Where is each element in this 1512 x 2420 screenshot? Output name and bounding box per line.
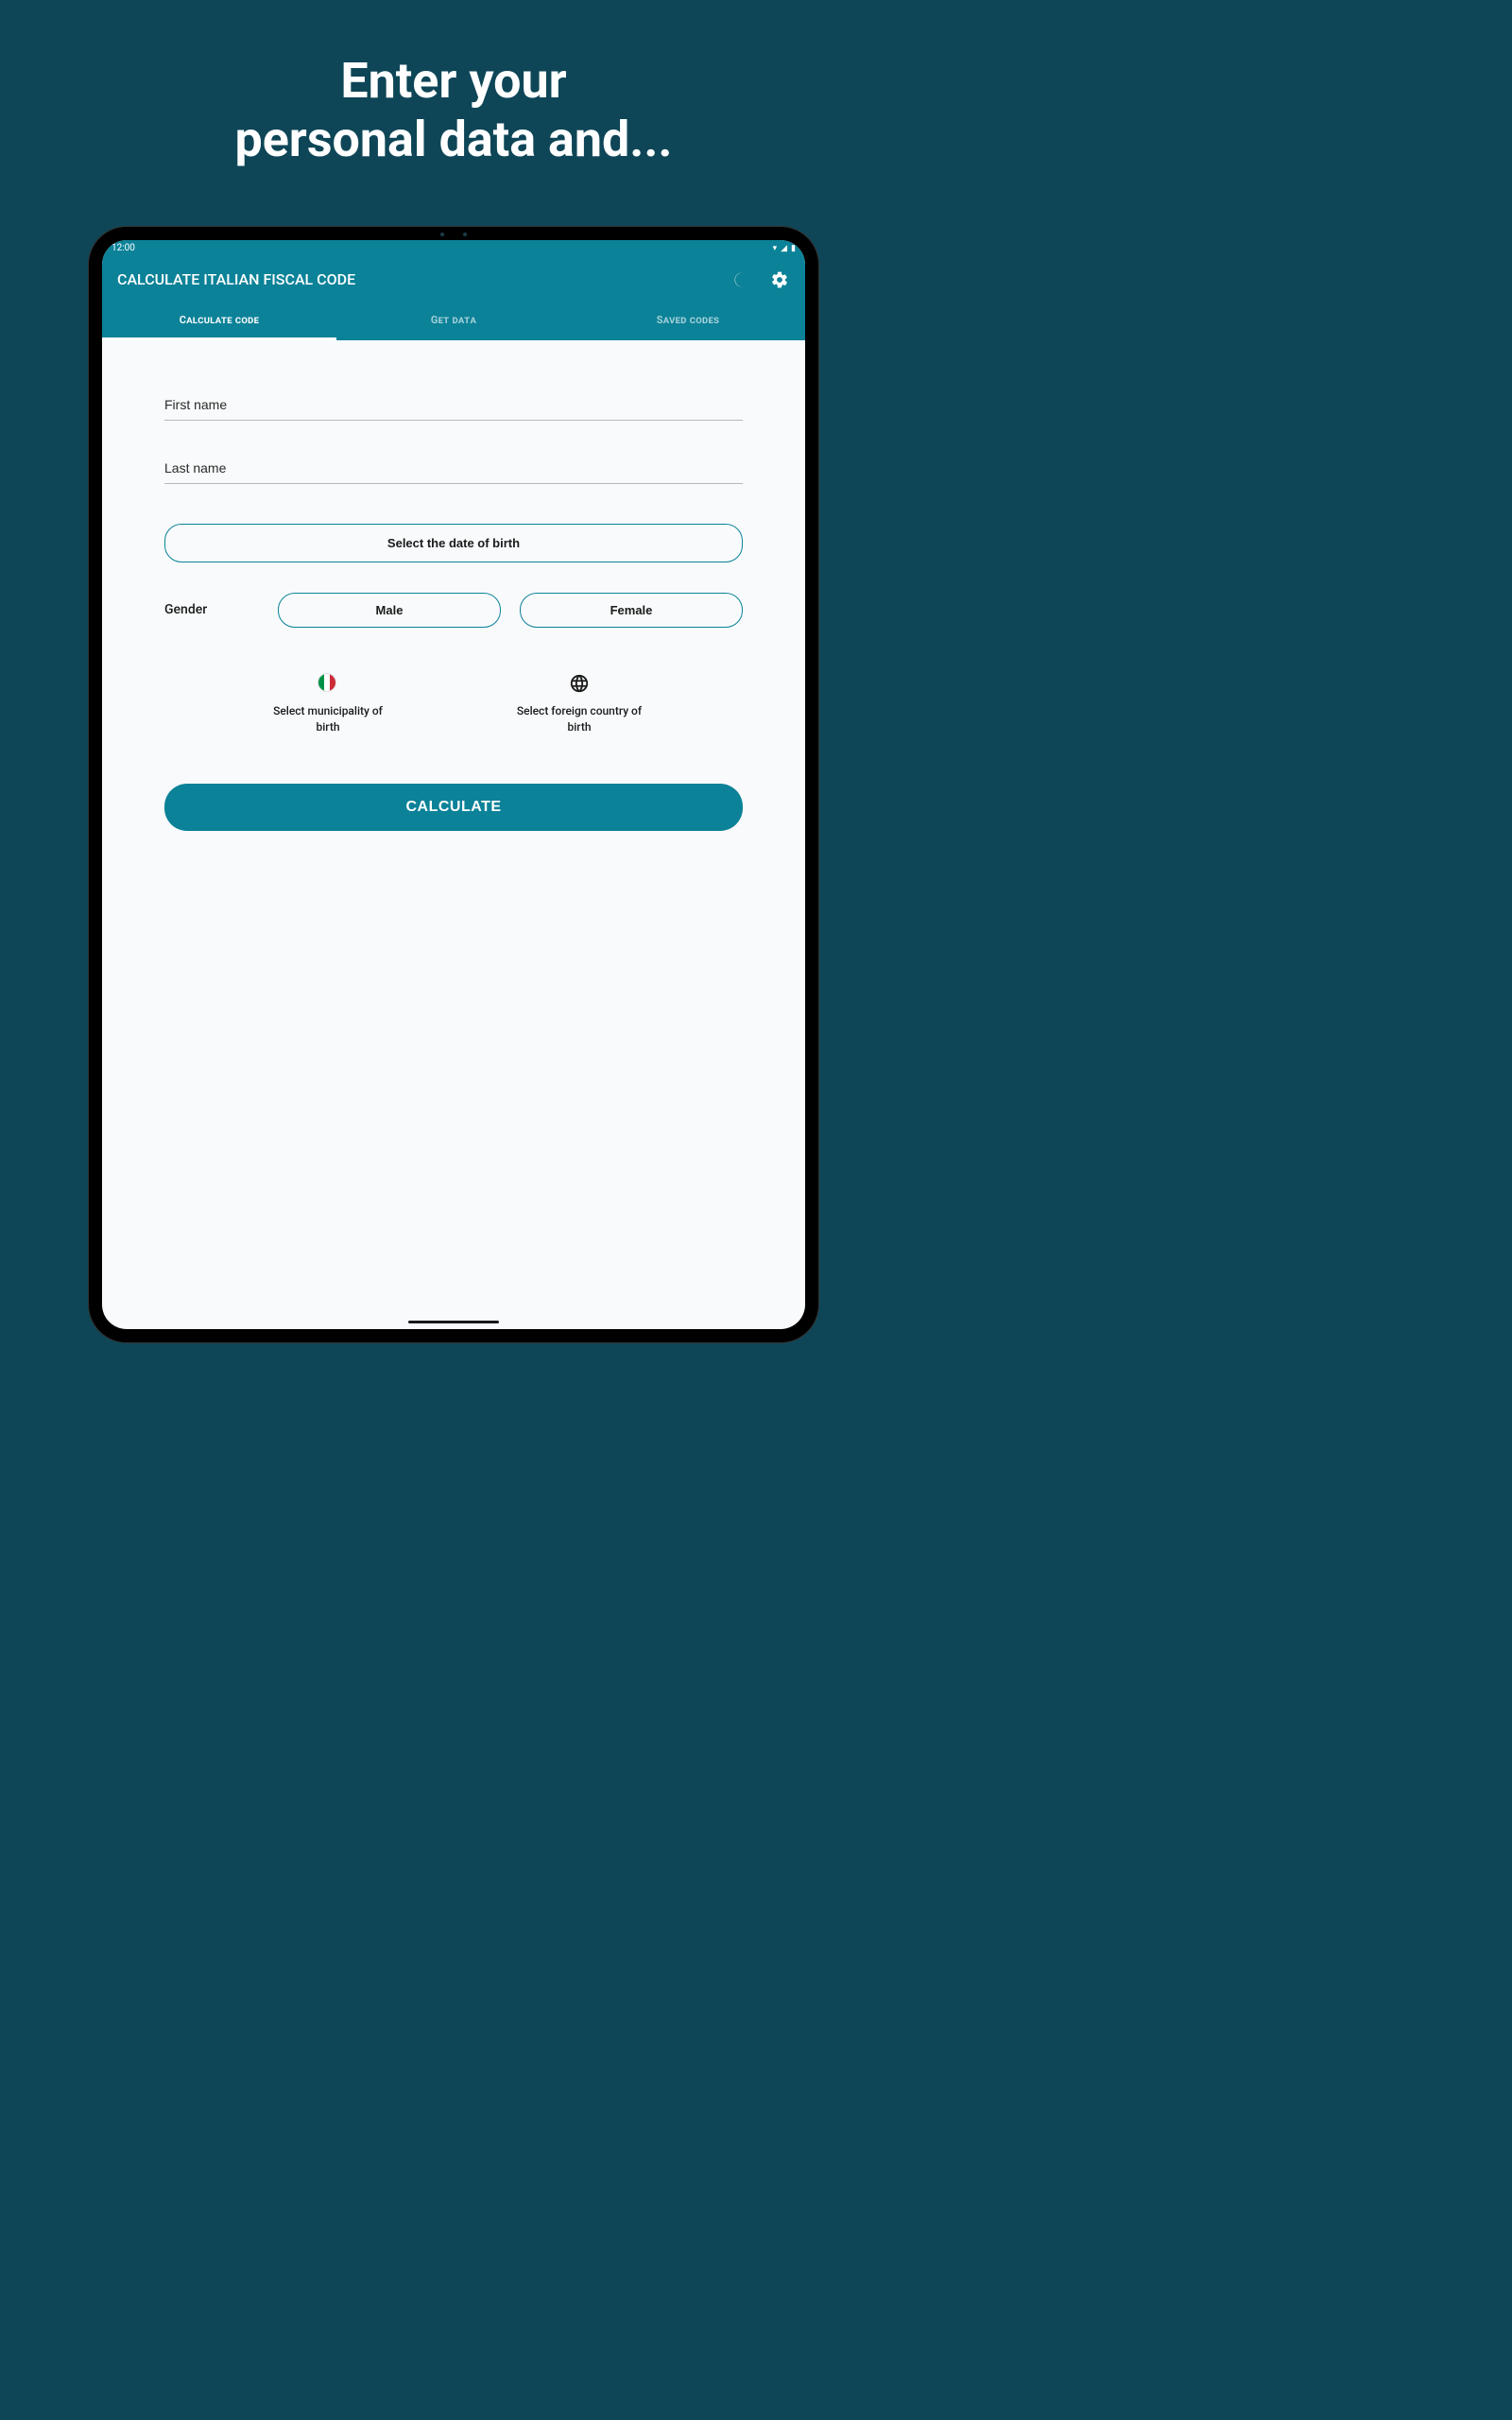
camera-cutout xyxy=(416,232,491,237)
globe-icon xyxy=(569,673,590,694)
last-name-input[interactable] xyxy=(164,451,743,484)
tablet-frame: 12:00 ▾ ◢ ▮ CALCULATE ITALIAN FISCAL COD… xyxy=(89,227,818,1342)
gender-row: Gender Male Female xyxy=(164,593,743,628)
municipality-option[interactable]: Select municipality of birth xyxy=(262,673,394,735)
tab-calculate-code[interactable]: Calculate code xyxy=(102,302,336,340)
tabs: Calculate code Get data Saved codes xyxy=(102,302,805,340)
promo-line2: personal data and... xyxy=(234,111,672,168)
wifi-icon: ▾ xyxy=(773,244,778,253)
foreign-label: Select foreign country of birth xyxy=(513,703,645,735)
screen: 12:00 ▾ ◢ ▮ CALCULATE ITALIAN FISCAL COD… xyxy=(102,240,805,1329)
tab-label: Get data xyxy=(431,314,476,326)
app-title: CALCULATE ITALIAN FISCAL CODE xyxy=(117,270,714,288)
promo-title: Enter your personal data and... xyxy=(0,0,907,170)
date-of-birth-button[interactable]: Select the date of birth xyxy=(164,524,743,562)
form: Select the date of birth Gender Male Fem… xyxy=(102,340,805,832)
dark-mode-icon[interactable] xyxy=(731,269,752,290)
settings-icon[interactable] xyxy=(769,269,790,290)
tab-get-data[interactable]: Get data xyxy=(336,302,571,340)
female-label: Female xyxy=(610,603,653,617)
calculate-button[interactable]: CALCULATE xyxy=(164,784,743,831)
status-time: 12:00 xyxy=(112,243,773,253)
gender-label: Gender xyxy=(164,602,259,617)
promo-line1: Enter your xyxy=(340,52,566,110)
first-name-input[interactable] xyxy=(164,388,743,421)
signal-icon: ◢ xyxy=(781,244,787,253)
italy-flag-icon xyxy=(318,673,338,694)
tab-label: Calculate code xyxy=(180,314,260,326)
origin-row: Select municipality of birth Select fore… xyxy=(164,673,743,735)
status-bar: 12:00 ▾ ◢ ▮ xyxy=(102,240,805,257)
tab-label: Saved codes xyxy=(657,314,719,326)
municipality-label: Select municipality of birth xyxy=(262,703,394,735)
battery-icon: ▮ xyxy=(791,244,796,253)
foreign-country-option[interactable]: Select foreign country of birth xyxy=(513,673,645,735)
calculate-label: CALCULATE xyxy=(405,799,501,815)
app-bar: CALCULATE ITALIAN FISCAL CODE xyxy=(102,257,805,302)
male-button[interactable]: Male xyxy=(278,593,501,628)
home-indicator[interactable] xyxy=(408,1321,499,1323)
dob-label: Select the date of birth xyxy=(387,536,520,550)
status-icons: ▾ ◢ ▮ xyxy=(773,244,796,253)
male-label: Male xyxy=(376,603,404,617)
female-button[interactable]: Female xyxy=(520,593,743,628)
tab-saved-codes[interactable]: Saved codes xyxy=(571,302,805,340)
